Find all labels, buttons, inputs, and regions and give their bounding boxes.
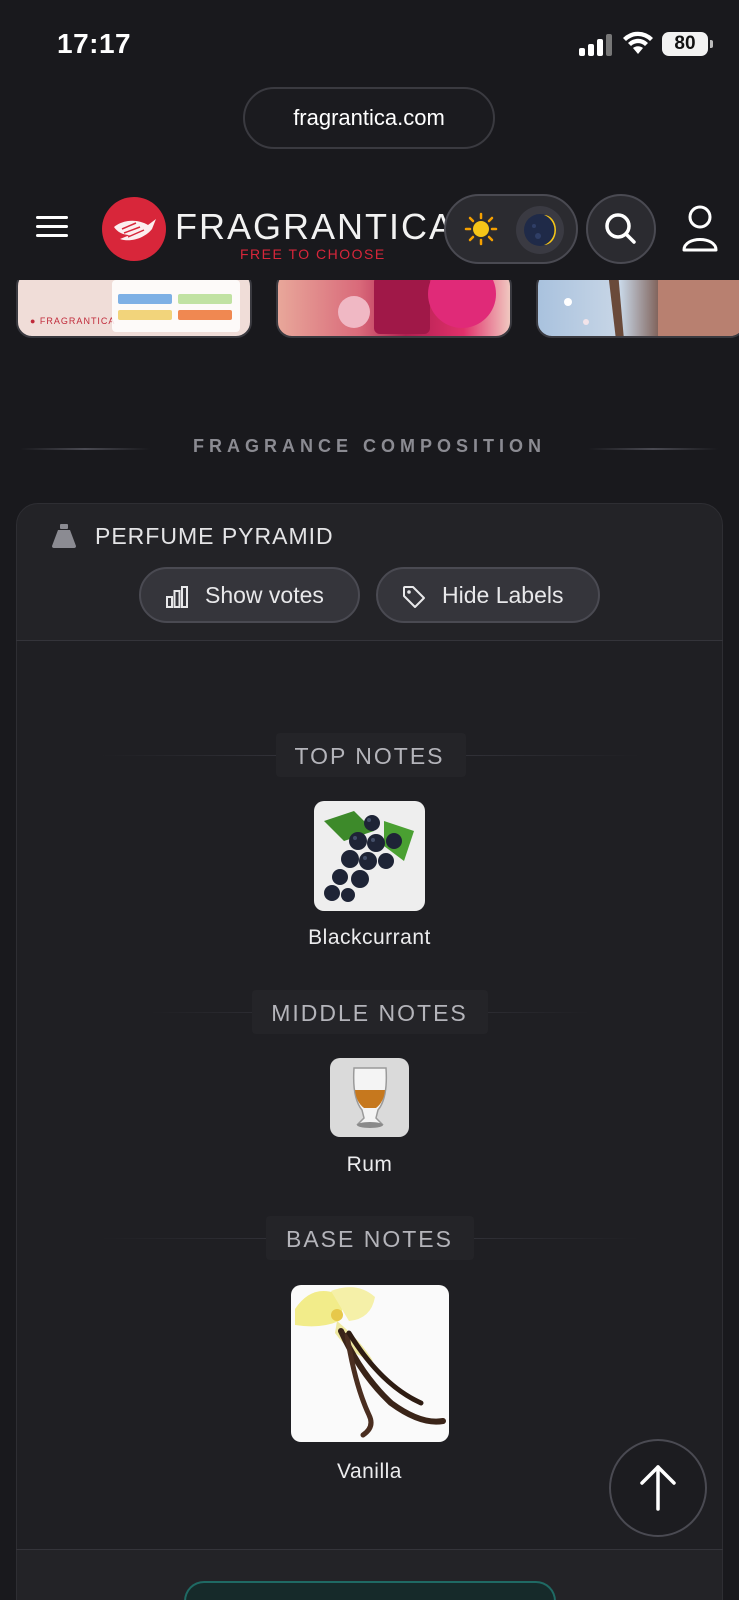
top-note-name[interactable]: Blackcurrant (0, 926, 739, 950)
brand-tagline: FREE TO CHOOSE (240, 246, 386, 262)
wifi-icon (623, 31, 653, 54)
vanilla-note-image[interactable] (291, 1285, 449, 1442)
middle-notes-heading: MIDDLE NOTES (271, 1000, 468, 1026)
panel-title: PERFUME PYRAMID (95, 523, 334, 549)
top-notes-heading: TOP NOTES (294, 743, 445, 769)
title-divider (588, 448, 718, 450)
theme-toggle[interactable] (444, 194, 578, 264)
tag-icon (403, 586, 425, 608)
card-thumbnail (338, 280, 496, 334)
card-thumbnail (112, 280, 240, 332)
panel-divider (16, 1549, 723, 1550)
carousel-card[interactable]: ● FRAGRANTICA (16, 280, 252, 338)
rum-note-image[interactable] (330, 1058, 409, 1137)
status-time: 17:17 (57, 28, 132, 59)
action-button-partial[interactable] (184, 1581, 556, 1600)
menu-icon[interactable] (36, 216, 68, 238)
middle-note-name[interactable]: Rum (0, 1153, 739, 1177)
carousel-card[interactable] (276, 280, 512, 338)
perfume-bottle-icon (52, 524, 76, 548)
moon-icon[interactable] (516, 206, 564, 254)
blackcurrant-note-image[interactable] (314, 801, 425, 911)
hummingbird-logo-icon[interactable] (102, 197, 166, 261)
site-header: FRAGRANTICA FREE TO CHOOSE (0, 190, 739, 270)
user-icon[interactable] (680, 204, 720, 252)
search-icon[interactable] (586, 194, 656, 264)
show-votes-button[interactable]: Show votes (139, 567, 360, 623)
base-notes-heading: BASE NOTES (286, 1226, 453, 1252)
mini-brand-logo: ● FRAGRANTICA (30, 316, 116, 326)
bar-chart-icon (166, 586, 188, 608)
search-button[interactable] (586, 194, 656, 264)
address-bar[interactable]: fragrantica.com (243, 87, 495, 149)
card-thumbnail (564, 280, 739, 336)
sun-icon[interactable] (464, 212, 498, 246)
scroll-to-top-button[interactable] (609, 1439, 707, 1537)
image-carousel[interactable]: ● FRAGRANTICA (0, 280, 739, 340)
brand-name[interactable]: FRAGRANTICA (175, 206, 455, 248)
arrow-up-icon (640, 1465, 676, 1511)
hide-labels-button[interactable]: Hide Labels (376, 567, 600, 623)
battery-indicator: 80 (662, 32, 713, 56)
section-title: FRAGRANCE COMPOSITION (192, 436, 546, 456)
carousel-card[interactable] (536, 280, 739, 338)
cellular-signal-icon (579, 34, 613, 56)
status-bar: 17:17 80 (0, 0, 739, 90)
hide-labels-label: Hide Labels (442, 582, 564, 608)
show-votes-label: Show votes (205, 582, 324, 608)
